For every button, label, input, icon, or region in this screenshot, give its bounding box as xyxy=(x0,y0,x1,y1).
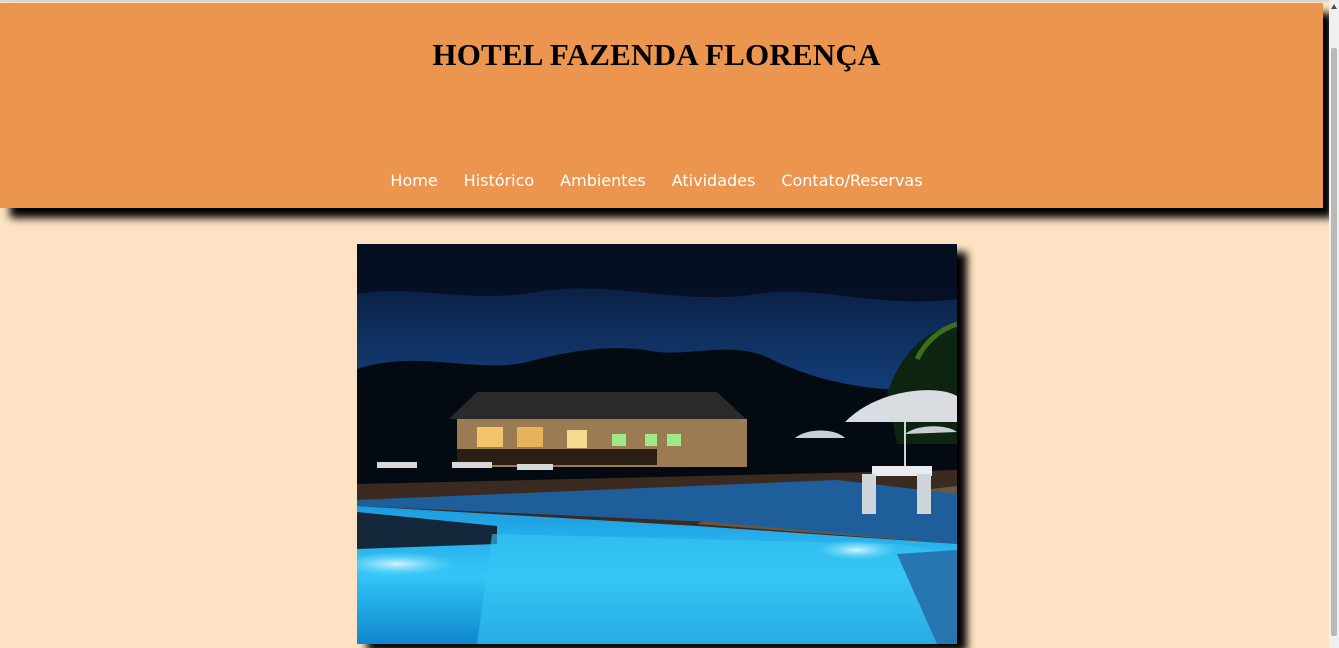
scrollbar-thumb[interactable] xyxy=(1331,48,1337,636)
scroll-up-arrow-icon[interactable] xyxy=(1331,4,1337,9)
browser-top-edge xyxy=(0,0,1339,2)
main-nav: Home Histórico Ambientes Atividades Cont… xyxy=(0,171,1313,190)
nav-contato-reservas[interactable]: Contato/Reservas xyxy=(781,171,922,190)
site-title: HOTEL FAZENDA FLORENÇA xyxy=(432,37,881,72)
hotel-pool-photo xyxy=(357,244,957,644)
pool-night-illustration xyxy=(357,244,957,644)
nav-historico[interactable]: Histórico xyxy=(464,171,534,190)
nav-ambientes[interactable]: Ambientes xyxy=(560,171,646,190)
nav-home[interactable]: Home xyxy=(390,171,437,190)
site-header: HOTEL FAZENDA FLORENÇA Home Histórico Am… xyxy=(0,3,1323,208)
nav-atividades[interactable]: Atividades xyxy=(672,171,756,190)
